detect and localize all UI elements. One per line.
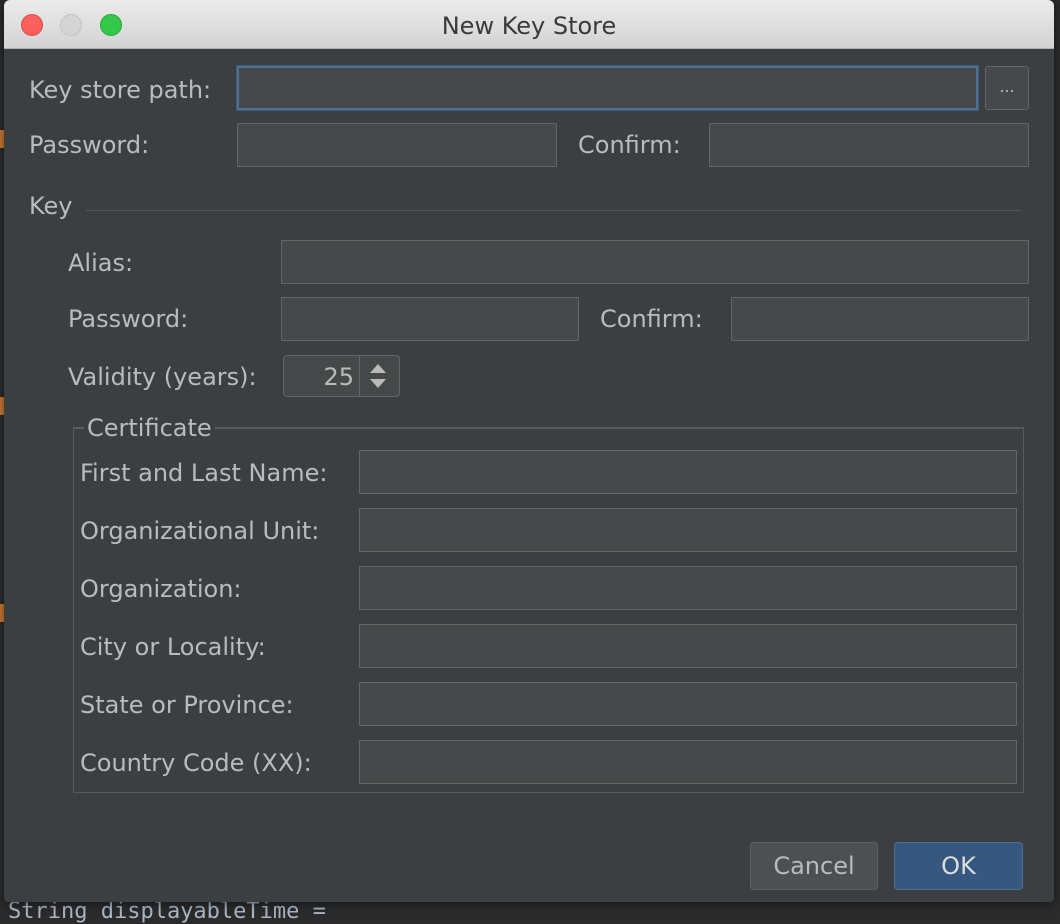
country-code-label: Country Code (XX): xyxy=(80,749,312,777)
key-store-path-input[interactable] xyxy=(237,66,978,110)
title-bar: New Key Store xyxy=(4,0,1054,49)
spinner-down-arrow-icon[interactable] xyxy=(370,379,386,388)
window-title: New Key Store xyxy=(441,12,617,40)
key-confirm-input[interactable] xyxy=(731,297,1029,341)
validity-spinner[interactable]: 25 xyxy=(283,355,400,397)
organizational-unit-label: Organizational Unit: xyxy=(80,517,320,545)
key-section-separator xyxy=(86,210,1021,211)
spinner-divider xyxy=(359,356,360,396)
state-province-input[interactable] xyxy=(359,682,1017,726)
cancel-button[interactable]: Cancel xyxy=(750,842,878,890)
key-store-path-label: Key store path: xyxy=(29,76,212,104)
city-locality-input[interactable] xyxy=(359,624,1017,668)
organization-label: Organization: xyxy=(80,575,242,603)
state-province-label: State or Province: xyxy=(80,691,294,719)
organization-input[interactable] xyxy=(359,566,1017,610)
browse-button[interactable]: ... xyxy=(985,66,1029,110)
key-password-label: Password: xyxy=(68,305,189,333)
alias-input[interactable] xyxy=(281,240,1029,284)
new-key-store-dialog: New Key Store Key store path: ... Passwo… xyxy=(4,0,1054,902)
city-locality-label: City or Locality: xyxy=(80,633,266,661)
validity-label: Validity (years): xyxy=(68,363,257,391)
key-confirm-label: Confirm: xyxy=(600,305,703,333)
ok-button[interactable]: OK xyxy=(894,842,1023,890)
keystore-confirm-label: Confirm: xyxy=(578,131,681,159)
certificate-group-title: Certificate xyxy=(84,414,215,442)
organizational-unit-input[interactable] xyxy=(359,508,1017,552)
keystore-password-label: Password: xyxy=(29,131,150,159)
key-section-label: Key xyxy=(29,192,73,220)
keystore-password-input[interactable] xyxy=(237,123,557,167)
first-last-name-input[interactable] xyxy=(359,450,1017,494)
key-password-input[interactable] xyxy=(281,297,579,341)
spinner-up-arrow-icon[interactable] xyxy=(370,364,386,373)
country-code-input[interactable] xyxy=(359,740,1017,784)
keystore-confirm-input[interactable] xyxy=(709,123,1029,167)
validity-value[interactable]: 25 xyxy=(284,356,354,396)
first-last-name-label: First and Last Name: xyxy=(80,459,328,487)
background-code-line: String displayableTime = xyxy=(8,899,326,924)
alias-label: Alias: xyxy=(68,249,134,277)
